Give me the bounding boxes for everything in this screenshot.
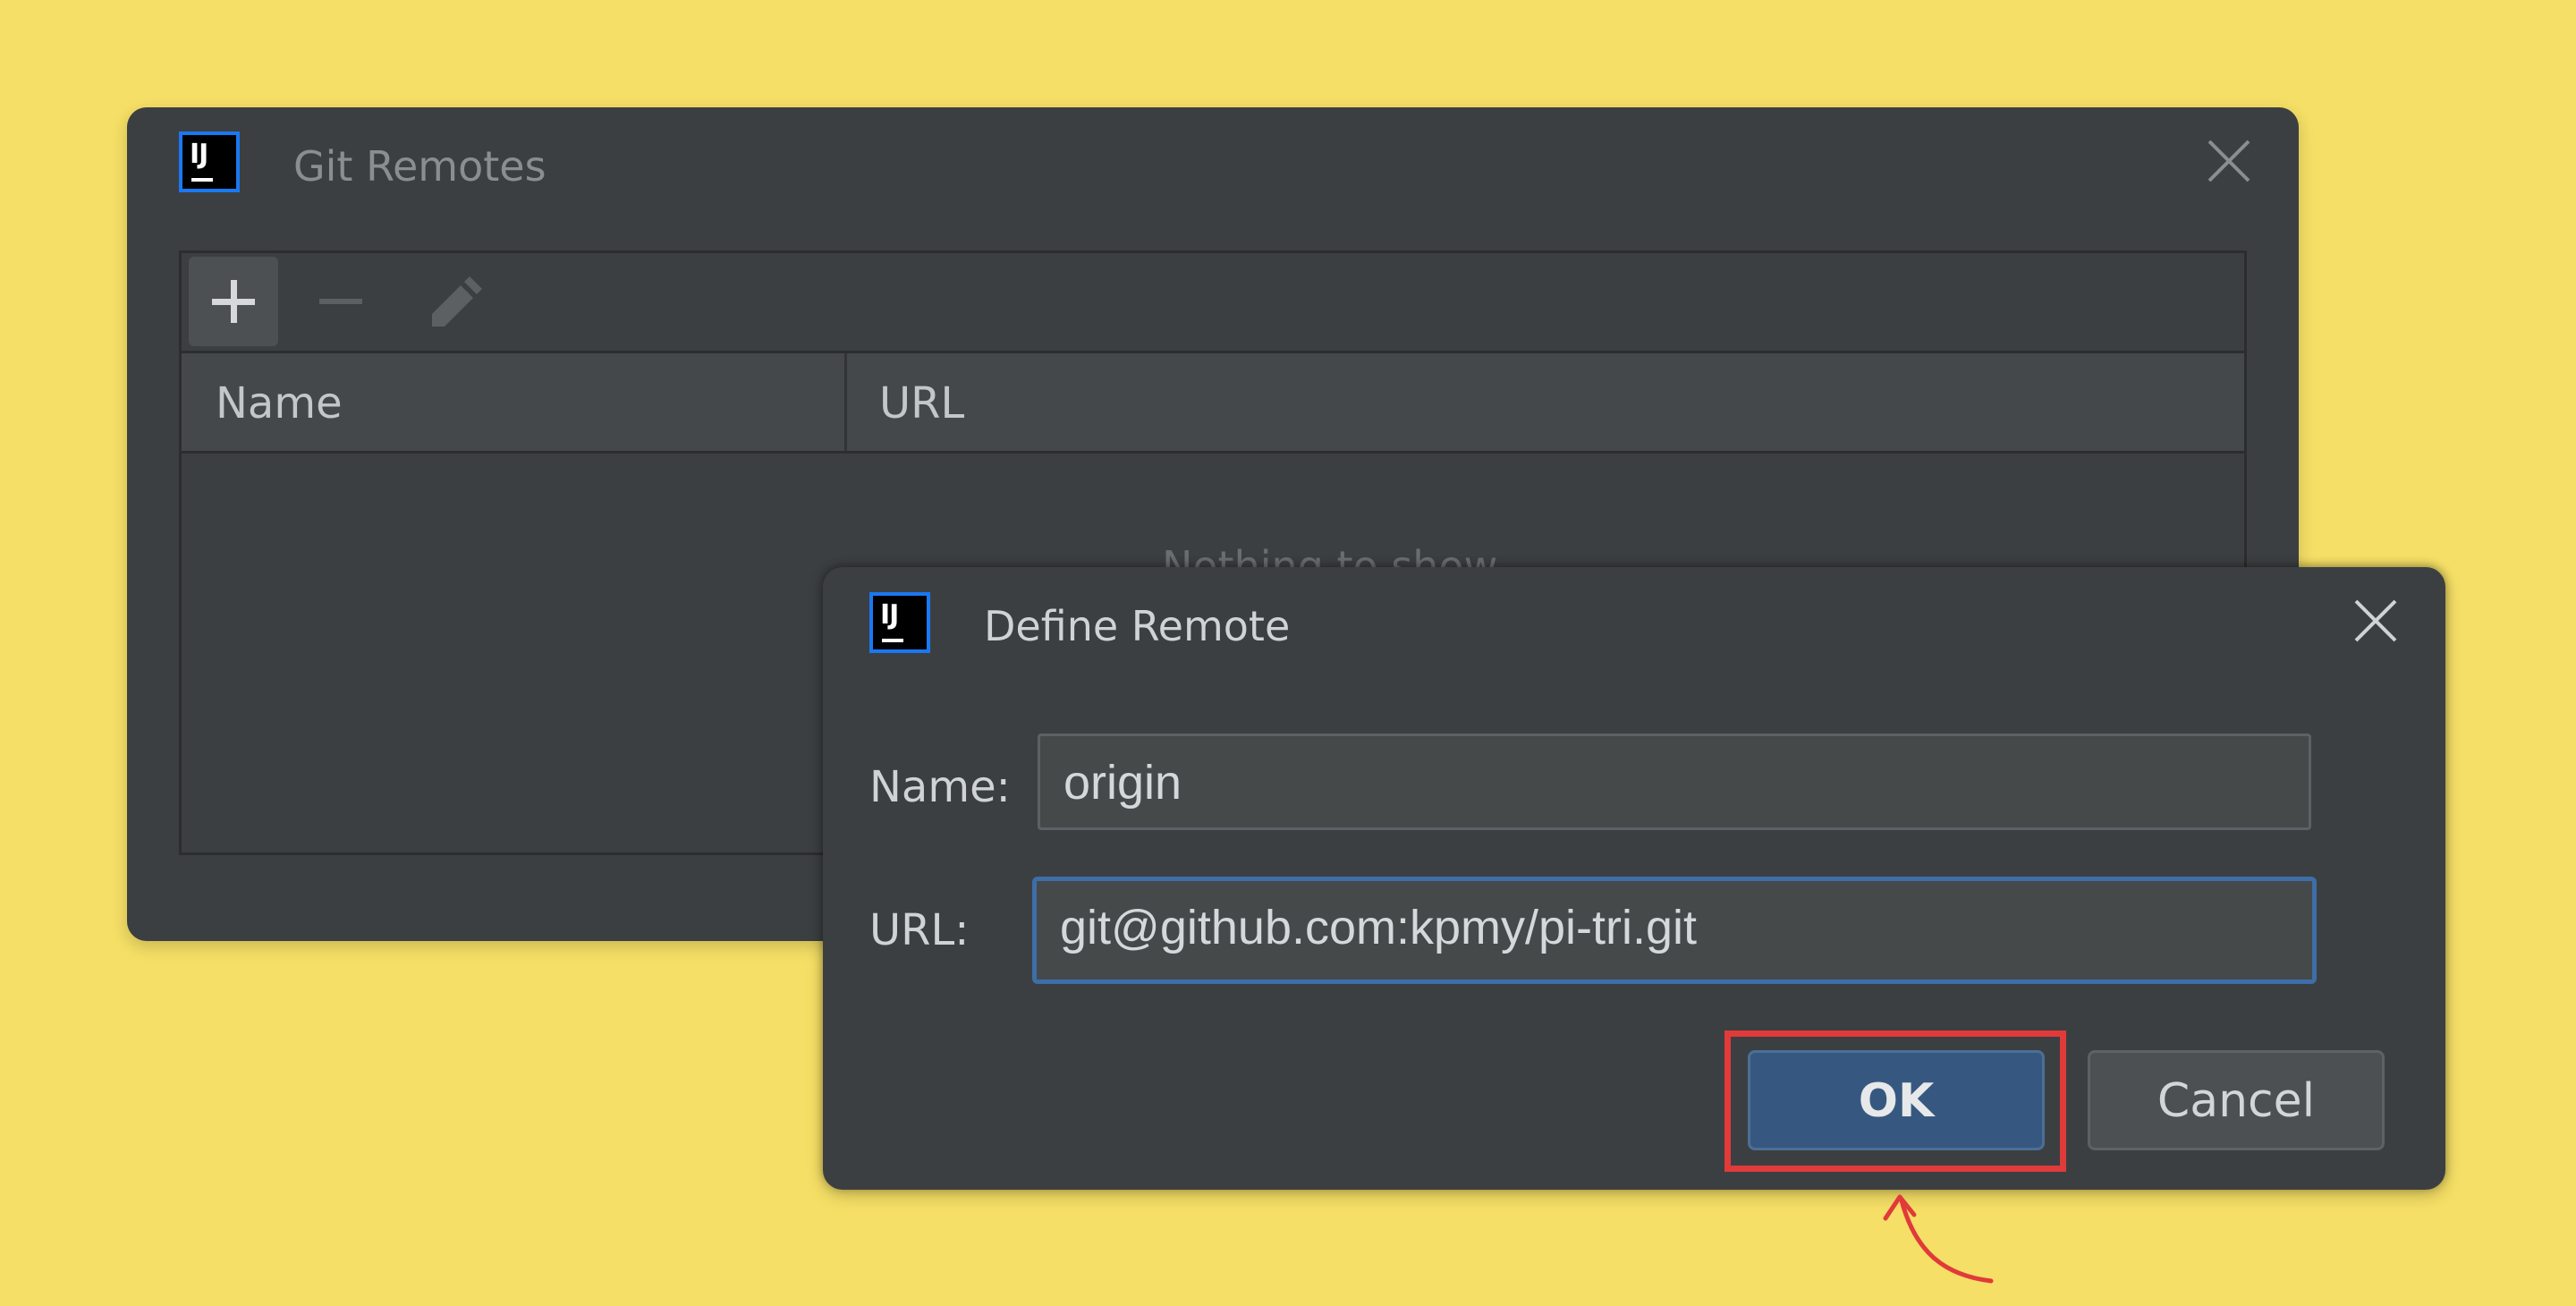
add-remote-button[interactable] [189, 257, 278, 346]
column-header-name[interactable]: Name [182, 353, 847, 451]
minus-icon [319, 299, 362, 304]
url-label: URL: [869, 905, 970, 955]
pencil-icon [432, 276, 482, 326]
remove-remote-button[interactable] [296, 257, 386, 346]
edit-remote-button[interactable] [405, 257, 495, 346]
column-header-url[interactable]: URL [847, 353, 2244, 451]
intellij-logo-icon: IJ [179, 131, 240, 192]
intellij-logo-icon: IJ [869, 592, 930, 653]
close-icon[interactable] [2349, 594, 2402, 648]
cancel-button[interactable]: Cancel [2088, 1050, 2385, 1150]
table-header: Name URL [182, 353, 2244, 454]
name-label: Name: [869, 762, 1011, 812]
define-remote-dialog: IJ Define Remote Name: origin URL: git@g… [823, 567, 2445, 1190]
annotation-arrow-icon [1883, 1194, 1994, 1284]
url-input[interactable]: git@github.com:kpmy/pi-tri.git [1032, 877, 2317, 984]
name-input[interactable]: origin [1038, 734, 2311, 830]
dialog-title: Git Remotes [293, 142, 547, 191]
remotes-toolbar [182, 253, 2244, 353]
dialog-title: Define Remote [984, 602, 1291, 650]
ok-highlight-box [1724, 1030, 2066, 1172]
plus-icon [212, 280, 255, 323]
close-icon[interactable] [2202, 134, 2256, 188]
